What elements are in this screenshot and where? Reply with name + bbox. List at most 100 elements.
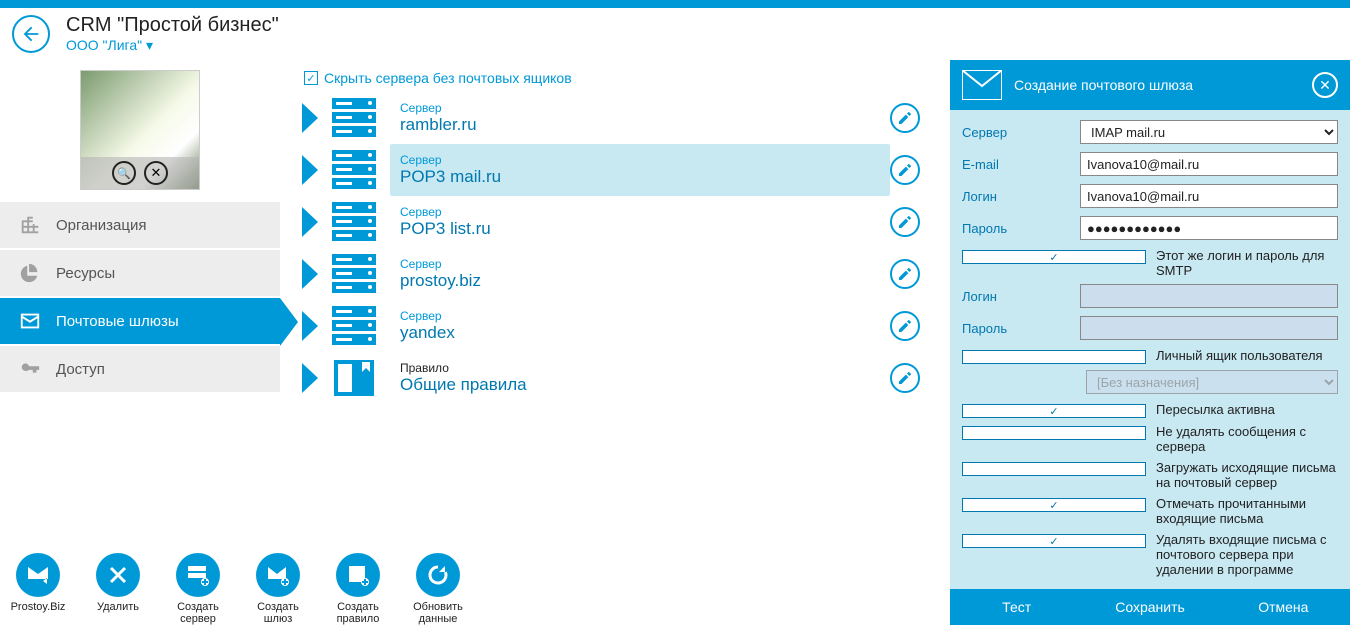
back-button[interactable] xyxy=(12,15,50,53)
close-button[interactable]: ✕ xyxy=(1312,72,1338,98)
nav-label: Организация xyxy=(56,217,146,234)
smtp-password-input xyxy=(1080,316,1338,340)
edit-button[interactable] xyxy=(890,311,920,341)
create-gateway-button[interactable]: Создать шлюз xyxy=(246,553,310,625)
server-row[interactable]: Сервер POP3 list.ru xyxy=(290,196,950,248)
toolbar-label: Обновить данные xyxy=(413,601,463,625)
nav-resources[interactable]: Ресурсы xyxy=(0,250,280,298)
create-gateway-panel: Создание почтового шлюза ✕ Сервер IMAP m… xyxy=(950,60,1350,625)
row-name: prostoy.biz xyxy=(400,271,890,291)
x-icon xyxy=(106,563,130,587)
smtp-same-checkbox[interactable]: Этот же логин и пароль для SMTP xyxy=(962,248,1338,278)
checkbox-icon xyxy=(962,250,1146,264)
row-name: POP3 list.ru xyxy=(400,219,890,239)
expand-arrow-icon[interactable] xyxy=(302,207,320,237)
panel-title: Создание почтового шлюза xyxy=(1014,77,1300,93)
server-row[interactable]: Сервер rambler.ru xyxy=(290,92,950,144)
checkbox-icon: ✓ xyxy=(304,71,318,85)
panel-header: Создание почтового шлюза ✕ xyxy=(950,60,1350,110)
server-stack-icon xyxy=(332,98,376,138)
nav-access[interactable]: Доступ xyxy=(0,346,280,394)
server-row[interactable]: Сервер yandex xyxy=(290,300,950,352)
rulebook-icon xyxy=(332,358,376,398)
login-label: Логин xyxy=(962,189,1072,204)
prostoybiz-button[interactable]: Prostoy.Biz xyxy=(6,553,70,625)
top-accent-bar xyxy=(0,0,1350,8)
edit-button[interactable] xyxy=(890,363,920,393)
panel-body: Сервер IMAP mail.ru E-mail Логин Пароль … xyxy=(950,110,1350,589)
expand-arrow-icon[interactable] xyxy=(302,363,320,393)
org-selector[interactable]: ООО "Лига" ▾ xyxy=(66,37,279,54)
expand-arrow-icon[interactable] xyxy=(302,259,320,289)
email-label: E-mail xyxy=(962,157,1072,172)
server-list: Сервер rambler.ru Сервер POP3 mail.ru Се xyxy=(290,92,950,404)
row-type-label: Сервер xyxy=(400,153,890,167)
side-nav: Организация Ресурсы Почтовые шлюзы Досту… xyxy=(0,202,280,394)
zoom-icon[interactable] xyxy=(112,161,136,185)
nav-organization[interactable]: Организация xyxy=(0,202,280,250)
remove-picture-icon[interactable] xyxy=(144,161,168,185)
server-row[interactable]: Сервер POP3 mail.ru xyxy=(290,144,950,196)
personal-box-label: Личный ящик пользователя xyxy=(1156,348,1338,363)
checkbox-icon xyxy=(962,350,1146,364)
email-input[interactable] xyxy=(1080,152,1338,176)
mark-read-label: Отмечать прочитанными входящие письма xyxy=(1156,496,1338,526)
server-stack-icon xyxy=(332,150,376,190)
forward-active-checkbox[interactable]: Пересылка активна xyxy=(962,402,1338,418)
assignment-select: [Без назначения] xyxy=(1086,370,1338,394)
row-name: yandex xyxy=(400,323,890,343)
expand-arrow-icon[interactable] xyxy=(302,155,320,185)
no-delete-checkbox[interactable]: Не удалять сообщения с сервера xyxy=(962,424,1338,454)
smtp-login-input xyxy=(1080,284,1338,308)
server-stack-icon xyxy=(332,202,376,242)
password-label: Пароль xyxy=(962,221,1072,236)
delete-incoming-label: Удалять входящие письма с почтового серв… xyxy=(1156,532,1338,577)
mark-read-checkbox[interactable]: Отмечать прочитанными входящие письма xyxy=(962,496,1338,526)
checkbox-icon xyxy=(962,404,1146,418)
delete-incoming-checkbox[interactable]: Удалять входящие письма с почтового серв… xyxy=(962,532,1338,577)
row-name: Общие правила xyxy=(400,375,890,395)
password-input[interactable] xyxy=(1080,216,1338,240)
pencil-icon xyxy=(897,370,913,386)
upload-outgoing-checkbox[interactable]: Загружать исходящие письма на почтовый с… xyxy=(962,460,1338,490)
nav-label: Ресурсы xyxy=(56,265,115,282)
server-stack-icon xyxy=(332,306,376,346)
pencil-icon xyxy=(897,162,913,178)
edit-button[interactable] xyxy=(890,103,920,133)
nav-label: Почтовые шлюзы xyxy=(56,313,179,330)
envelope-icon xyxy=(16,307,44,335)
save-button[interactable]: Сохранить xyxy=(1083,589,1216,625)
toolbar-label: Создать правило xyxy=(337,601,380,625)
personal-box-checkbox[interactable]: Личный ящик пользователя xyxy=(962,348,1338,364)
server-row[interactable]: Сервер prostoy.biz xyxy=(290,248,950,300)
test-button[interactable]: Тест xyxy=(950,589,1083,625)
checkbox-icon xyxy=(962,426,1146,440)
building-icon xyxy=(16,211,44,239)
envelope-icon xyxy=(962,70,1002,100)
create-rule-button[interactable]: Создать правило xyxy=(326,553,390,625)
edit-button[interactable] xyxy=(890,207,920,237)
server-select[interactable]: IMAP mail.ru xyxy=(1080,120,1338,144)
login-input[interactable] xyxy=(1080,184,1338,208)
delete-button[interactable]: Удалить xyxy=(86,553,150,625)
nav-mail-gateways[interactable]: Почтовые шлюзы xyxy=(0,298,280,346)
arrow-left-icon xyxy=(20,23,42,45)
create-server-button[interactable]: Создать сервер xyxy=(166,553,230,625)
expand-arrow-icon[interactable] xyxy=(302,311,320,341)
pie-chart-icon xyxy=(16,259,44,287)
rule-row[interactable]: Правило Общие правила xyxy=(290,352,950,404)
hide-empty-servers-checkbox[interactable]: ✓ Скрыть сервера без почтовых ящиков xyxy=(304,70,950,86)
checkbox-icon xyxy=(962,498,1146,512)
login2-label: Логин xyxy=(962,289,1072,304)
left-sidebar: Организация Ресурсы Почтовые шлюзы Досту… xyxy=(0,60,280,625)
hide-empty-servers-label: Скрыть сервера без почтовых ящиков xyxy=(324,70,572,86)
rulebook-plus-icon xyxy=(346,563,370,587)
app-header: CRM "Простой бизнес" ООО "Лига" ▾ xyxy=(0,8,1350,60)
refresh-icon xyxy=(426,563,450,587)
pencil-icon xyxy=(897,110,913,126)
refresh-button[interactable]: Обновить данные xyxy=(406,553,470,625)
cancel-button[interactable]: Отмена xyxy=(1217,589,1350,625)
expand-arrow-icon[interactable] xyxy=(302,103,320,133)
edit-button[interactable] xyxy=(890,155,920,185)
edit-button[interactable] xyxy=(890,259,920,289)
